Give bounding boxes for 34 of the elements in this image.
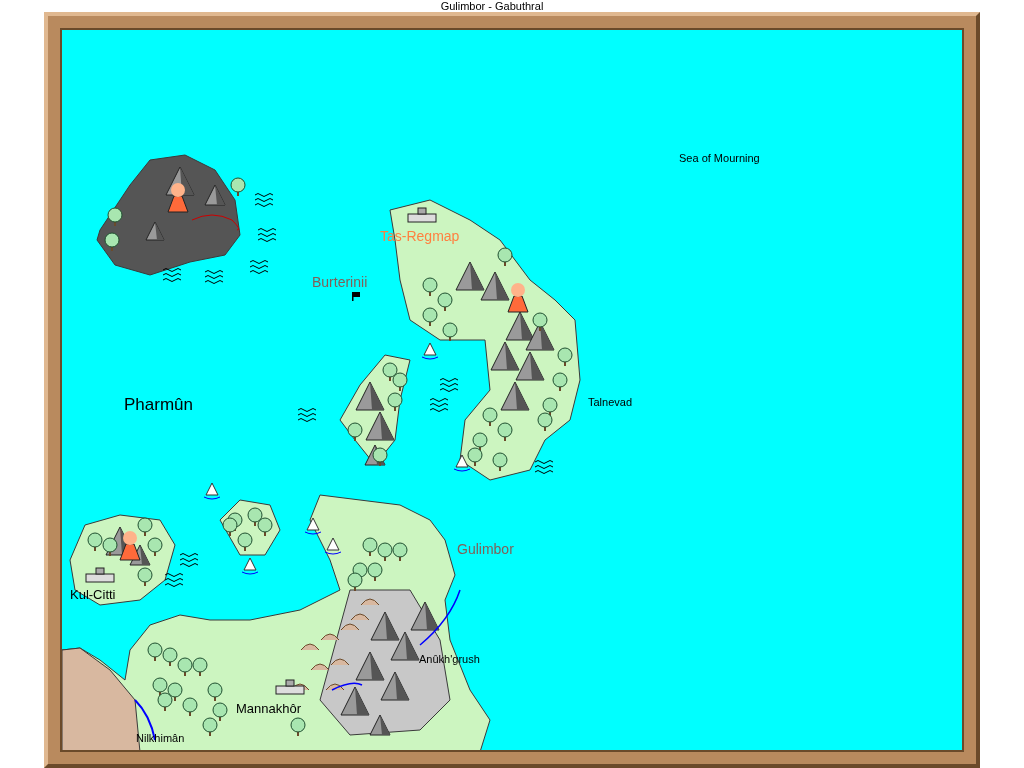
waves-drawing xyxy=(429,398,449,412)
waves-drawing xyxy=(249,260,269,274)
lava-flow-drawing xyxy=(191,214,240,231)
forest-drawing xyxy=(222,507,273,551)
castle-icon xyxy=(275,679,305,695)
forest-drawing xyxy=(347,537,408,591)
waves-drawing xyxy=(164,573,184,587)
flag-icon xyxy=(352,292,360,301)
waves-drawing xyxy=(179,553,199,567)
waves-drawing xyxy=(162,268,182,282)
window-title: Gulimbor - Gabuthral xyxy=(440,0,544,12)
volcano-icon xyxy=(167,183,189,213)
waves-drawing xyxy=(254,193,274,207)
place-label: Pharmûn xyxy=(124,396,193,413)
sailboat-icon xyxy=(241,557,259,575)
waves-drawing xyxy=(204,270,224,284)
volcano-icon xyxy=(507,283,529,313)
sailboat-icon xyxy=(304,517,322,535)
waves-drawing xyxy=(534,460,554,474)
sailboat-icon xyxy=(324,537,342,555)
place-label: Sea of Mourning xyxy=(679,153,760,164)
sailboat-icon xyxy=(203,482,221,500)
place-label: Mannakhôr xyxy=(236,702,302,715)
waves-drawing xyxy=(297,408,317,422)
waves-drawing xyxy=(439,378,459,392)
place-label: Burterinii xyxy=(312,275,368,289)
sailboat-icon xyxy=(453,454,471,472)
place-label: Talnevad xyxy=(588,397,633,408)
sailboat-icon xyxy=(421,342,439,360)
waves-drawing xyxy=(257,228,277,242)
place-label: Gulimbor xyxy=(457,542,514,556)
castle-icon xyxy=(85,567,115,583)
volcano-icon xyxy=(119,531,141,561)
castle-icon xyxy=(407,207,437,223)
